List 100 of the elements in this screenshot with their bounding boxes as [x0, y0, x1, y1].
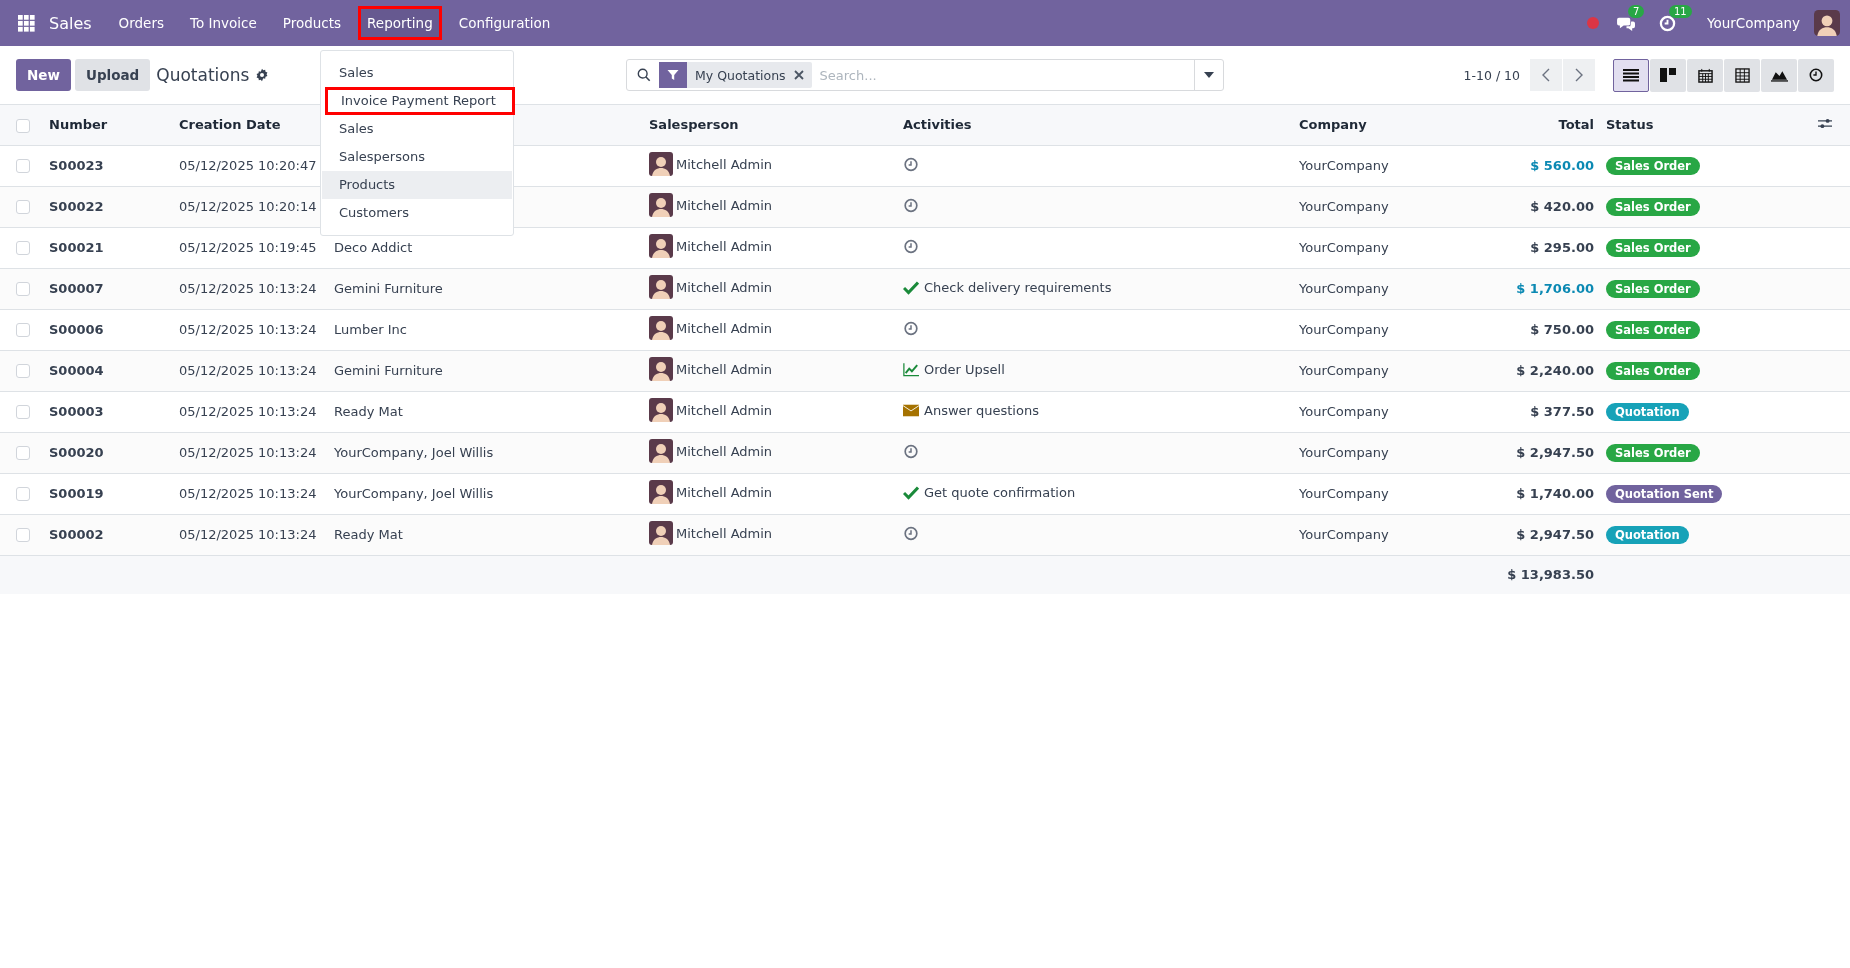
- app-grid-icon[interactable]: [18, 14, 35, 32]
- column-header[interactable]: Activities: [903, 117, 972, 133]
- order-number: S00020: [49, 445, 104, 460]
- company-name: YourCompany: [1299, 322, 1389, 337]
- customer-name: Gemini Furniture: [334, 363, 443, 378]
- total-amount: $ 1,706.00: [1516, 281, 1594, 296]
- order-number: S00004: [49, 363, 104, 378]
- select-all-checkbox[interactable]: [16, 118, 30, 133]
- customer-name: YourCompany, Joel Willis: [334, 445, 494, 460]
- column-settings-icon[interactable]: [1818, 116, 1832, 130]
- customer-name: Lumber Inc: [334, 322, 407, 337]
- company-name: YourCompany: [1299, 199, 1389, 214]
- status-badge: Sales Order: [1606, 443, 1700, 462]
- filter-icon: [667, 69, 679, 81]
- creation-date: 05/12/2025 10:13:24: [179, 281, 317, 296]
- user-avatar[interactable]: [1814, 10, 1840, 36]
- row-checkbox[interactable]: [16, 323, 30, 338]
- envelope-icon[interactable]: [903, 402, 919, 418]
- row-checkbox[interactable]: [16, 241, 30, 256]
- activity-summary: Answer questions: [924, 402, 1039, 418]
- pivot-view-button[interactable]: [1724, 58, 1760, 92]
- dropdown-item[interactable]: Sales: [322, 59, 512, 87]
- status-badge: Quotation: [1606, 402, 1689, 421]
- caret-icon[interactable]: [1204, 72, 1214, 78]
- clock-icon[interactable]: [903, 156, 919, 172]
- column-header[interactable]: Number: [49, 117, 108, 133]
- order-number: S00023: [49, 158, 104, 173]
- salesperson-name: Mitchell Admin: [676, 484, 773, 500]
- clock-icon[interactable]: [903, 197, 919, 213]
- company-name: YourCompany: [1299, 158, 1389, 173]
- row-checkbox[interactable]: [16, 282, 30, 297]
- avatar-icon: [649, 357, 673, 381]
- clock-icon[interactable]: [903, 238, 919, 254]
- clock-icon[interactable]: [903, 320, 919, 336]
- menu-item[interactable]: Products: [273, 6, 351, 40]
- app-name[interactable]: Sales: [49, 13, 92, 33]
- company-name[interactable]: YourCompany: [1706, 15, 1800, 31]
- clock-icon[interactable]: [903, 443, 919, 459]
- column-header[interactable]: Creation Date: [179, 117, 281, 133]
- status-badge: Sales Order: [1606, 361, 1700, 380]
- column-header[interactable]: Salesperson: [649, 117, 739, 133]
- clock-icon[interactable]: [1657, 14, 1677, 32]
- calendar-view-button[interactable]: [1687, 58, 1723, 92]
- column-header[interactable]: Total: [1558, 117, 1594, 133]
- salesperson-name: Mitchell Admin: [676, 156, 773, 172]
- menu-item[interactable]: Orders: [109, 6, 173, 40]
- menu-item[interactable]: Configuration: [449, 6, 560, 40]
- salesperson-name: Mitchell Admin: [676, 197, 773, 213]
- menu-item[interactable]: Reporting: [358, 6, 442, 40]
- check-icon[interactable]: [903, 279, 919, 295]
- row-checkbox[interactable]: [16, 405, 30, 420]
- list-view-button[interactable]: [1613, 58, 1649, 92]
- search-field[interactable]: My Quotations Search...: [626, 59, 1224, 91]
- company-name: YourCompany: [1299, 445, 1389, 460]
- graph-view-button[interactable]: [1761, 58, 1797, 92]
- column-header[interactable]: Company: [1299, 117, 1367, 133]
- dropdown-item[interactable]: Customers: [322, 199, 512, 227]
- salesperson-name: Mitchell Admin: [676, 525, 773, 541]
- customer-name: Ready Mat: [334, 527, 403, 542]
- chevron-right-icon: [1575, 68, 1583, 82]
- avatar-icon: [649, 275, 673, 299]
- upload-button[interactable]: Upload: [74, 59, 151, 91]
- salesperson-name: Mitchell Admin: [676, 238, 773, 254]
- clock-icon[interactable]: [903, 525, 919, 541]
- customer-name: Ready Mat: [334, 404, 403, 419]
- dropdown-item[interactable]: Invoice Payment Report: [325, 87, 515, 115]
- list-icon: [1623, 68, 1639, 82]
- activity-view-button[interactable]: [1798, 58, 1834, 92]
- dropdown-item[interactable]: Sales: [322, 115, 512, 143]
- company-name: YourCompany: [1299, 527, 1389, 542]
- total-amount: $ 420.00: [1530, 199, 1594, 214]
- row-checkbox[interactable]: [16, 364, 30, 379]
- new-button[interactable]: New: [16, 59, 71, 91]
- total-amount: $ 2,240.00: [1516, 363, 1594, 378]
- page-title: Quotations: [156, 65, 250, 85]
- dropdown-item[interactable]: Salespersons: [322, 143, 512, 171]
- row-checkbox[interactable]: [16, 200, 30, 215]
- settings-icon[interactable]: [255, 68, 270, 82]
- activity-summary: Check delivery requirements: [924, 279, 1112, 295]
- salesperson-name: Mitchell Admin: [676, 402, 773, 418]
- column-header[interactable]: Status: [1606, 117, 1654, 133]
- trend-chart-icon[interactable]: [903, 361, 919, 377]
- row-checkbox[interactable]: [16, 487, 30, 502]
- customer-name: Deco Addict: [334, 240, 413, 255]
- menu-item[interactable]: To Invoice: [181, 6, 266, 40]
- row-checkbox[interactable]: [16, 528, 30, 543]
- row-checkbox[interactable]: [16, 446, 30, 461]
- check-icon[interactable]: [903, 484, 919, 500]
- dropdown-item[interactable]: Products: [322, 171, 512, 199]
- status-dot-icon: [1586, 17, 1599, 29]
- status-badge: Sales Order: [1606, 197, 1700, 216]
- kanban-view-button[interactable]: [1650, 58, 1686, 92]
- chevron-left-icon: [1542, 68, 1550, 82]
- pager-value[interactable]: 1-10 / 10: [1463, 67, 1520, 83]
- row-checkbox[interactable]: [16, 159, 30, 174]
- activity-summary: Get quote confirmation: [924, 484, 1076, 500]
- salesperson-name: Mitchell Admin: [676, 279, 773, 295]
- close-icon[interactable]: [793, 70, 804, 80]
- company-name: YourCompany: [1299, 240, 1389, 255]
- creation-date: 05/12/2025 10:13:24: [179, 527, 317, 542]
